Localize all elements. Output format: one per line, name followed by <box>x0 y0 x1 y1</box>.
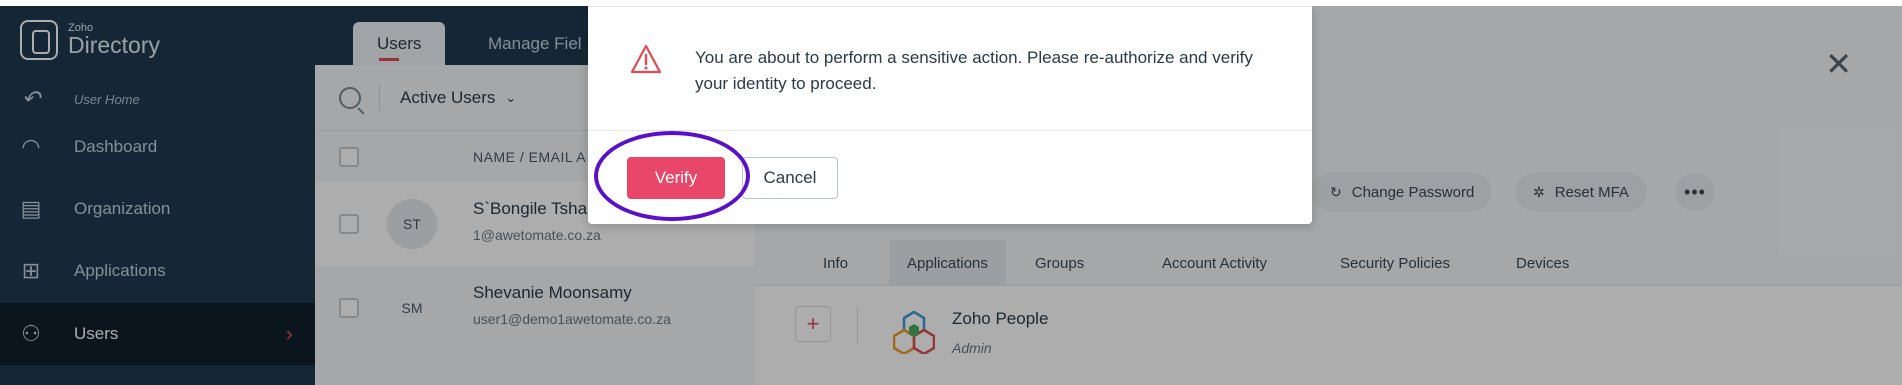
top-strip <box>0 0 1902 6</box>
warning-icon <box>630 44 662 74</box>
dialog-message: You are about to perform a sensitive act… <box>695 48 1253 93</box>
dialog-top-border <box>588 6 1312 7</box>
cancel-button[interactable]: Cancel <box>742 157 838 199</box>
dialog-divider <box>588 130 1312 131</box>
highlight-ring <box>594 131 750 221</box>
